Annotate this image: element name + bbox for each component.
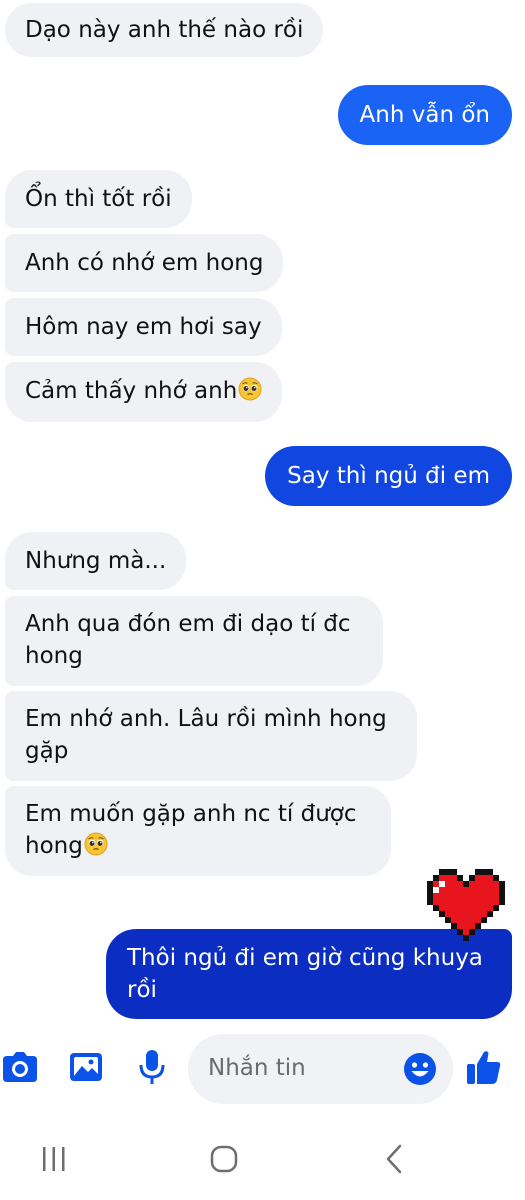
pleading-face-emoji-icon — [84, 832, 108, 856]
message-bubble[interactable]: Dạo này anh thế nào rồi — [5, 3, 324, 57]
message-bubble[interactable]: Anh có nhớ em hong — [5, 234, 284, 292]
message-bubble[interactable]: Em nhớ anh. Lâu rồi mình hong gặp — [5, 691, 417, 781]
conversation: Dạo này anh thế nào rồi Anh vẫn ổn Ổn th… — [0, 0, 525, 1025]
gallery-icon[interactable] — [66, 1047, 106, 1087]
message-text: Cảm thấy nhớ anh — [25, 378, 238, 404]
message-text: Hôm nay em hơi say — [25, 314, 262, 340]
message-input-placeholder: Nhắn tin — [208, 1055, 306, 1081]
message-composer: Nhắn tin — [0, 1030, 525, 1110]
message-text: Em muốn gặp anh nc tí được hong — [25, 801, 357, 859]
message-text: Ổn thì tốt rồi — [25, 186, 172, 212]
recent-apps-icon[interactable] — [29, 1139, 79, 1179]
message-bubble[interactable]: Hôm nay em hơi say — [5, 298, 282, 356]
pleading-face-emoji-icon — [238, 377, 262, 401]
message-text: Nhưng mà... — [25, 548, 167, 574]
thumbs-up-icon[interactable] — [464, 1047, 504, 1087]
message-text: Em nhớ anh. Lâu rồi mình hong gặp — [25, 706, 387, 764]
message-bubble[interactable]: Ổn thì tốt rồi — [5, 170, 192, 228]
message-bubble[interactable]: Nhưng mà... — [5, 532, 187, 590]
message-text: Anh qua đón em đi dạo tí đc hong — [25, 611, 351, 669]
message-text: Anh có nhớ em hong — [25, 250, 264, 276]
pixel-heart-reaction-icon — [427, 869, 511, 941]
back-icon[interactable] — [369, 1139, 419, 1179]
home-icon[interactable] — [199, 1139, 249, 1179]
message-input[interactable]: Nhắn tin — [188, 1034, 453, 1104]
message-text: Dạo này anh thế nào rồi — [25, 17, 304, 43]
message-bubble[interactable]: Em muốn gặp anh nc tí được hong — [5, 786, 391, 876]
emoji-icon[interactable] — [403, 1052, 437, 1086]
system-navigation-bar — [0, 1125, 525, 1200]
message-text: Thôi ngủ đi em giờ cũng khuya rồi — [127, 945, 483, 1003]
message-bubble[interactable]: Cảm thấy nhớ anh — [5, 362, 283, 422]
microphone-icon[interactable] — [132, 1047, 172, 1087]
message-bubble[interactable]: Thôi ngủ đi em giờ cũng khuya rồi — [106, 929, 512, 1019]
message-text: Anh vẫn ổn — [359, 102, 490, 128]
message-bubble[interactable]: Anh qua đón em đi dạo tí đc hong — [5, 596, 383, 686]
message-bubble[interactable]: Say thì ngủ đi em — [265, 446, 512, 506]
message-bubble[interactable]: Anh vẫn ổn — [337, 85, 512, 145]
camera-icon[interactable] — [0, 1047, 40, 1087]
message-text: Say thì ngủ đi em — [287, 463, 490, 489]
